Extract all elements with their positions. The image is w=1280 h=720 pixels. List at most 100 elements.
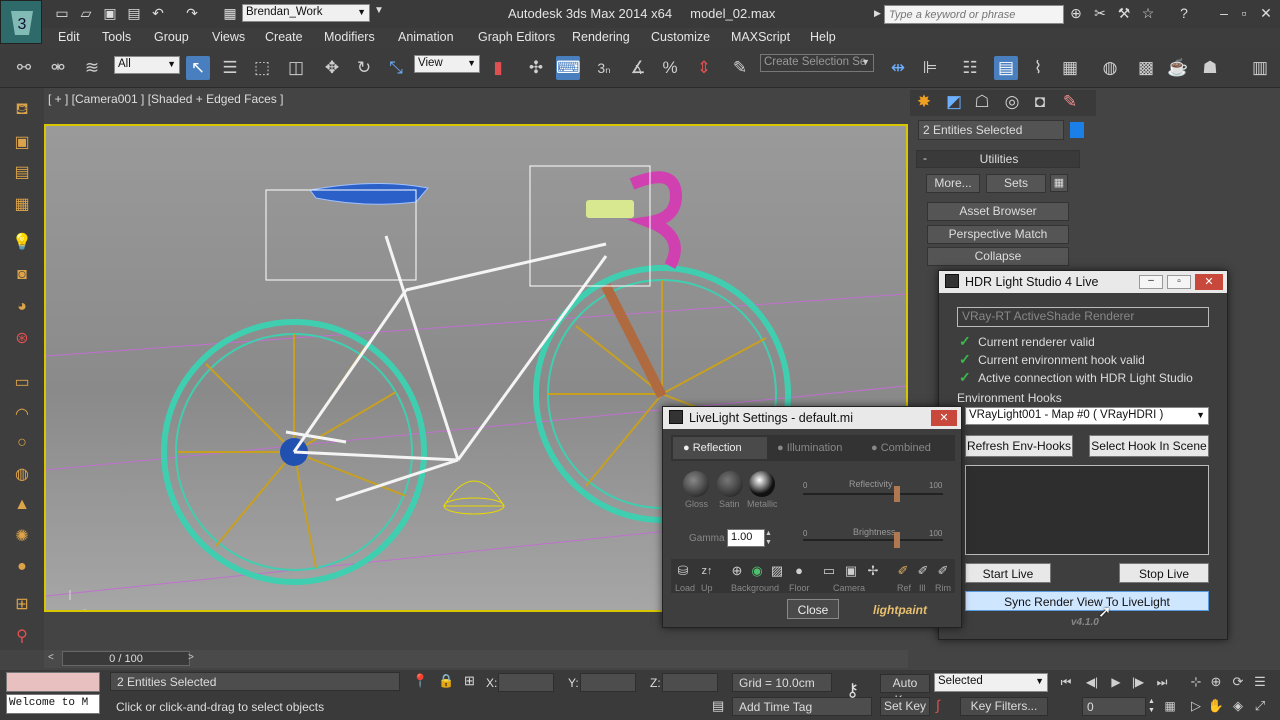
workspace-more-icon[interactable]: ▼ — [374, 5, 384, 16]
y-coordinate-field[interactable] — [580, 673, 636, 692]
zoom-icon[interactable]: ⊹ — [1186, 672, 1206, 692]
open-file-icon[interactable]: ▱ — [76, 4, 96, 22]
ill-brush-icon[interactable]: ✐ — [913, 561, 933, 581]
env-hook-dropdown[interactable]: VRayLight001 - Map #0 ( VRayHDRI ) ▼ — [965, 407, 1209, 425]
table-icon[interactable]: ▦ — [10, 194, 34, 216]
layer-manager-icon[interactable]: ☷ — [958, 56, 982, 80]
current-frame-field[interactable]: 0 — [1082, 697, 1146, 716]
background-globe-icon[interactable]: ⊕ — [727, 561, 747, 581]
bind-space-warp-icon[interactable]: ≋ — [80, 56, 104, 80]
isolate-selection-icon[interactable]: 📍 — [412, 673, 428, 689]
key-mode-dropdown[interactable]: Selected ▼ — [934, 673, 1048, 692]
pan-icon[interactable]: ✋ — [1206, 696, 1226, 716]
modify-tab-icon[interactable]: ◩ — [942, 90, 966, 114]
angle-snap-icon[interactable]: ∡ — [626, 56, 650, 80]
more-button[interactable]: More... — [926, 174, 980, 193]
snaps-toggle-icon[interactable]: 3ₙ — [592, 56, 616, 80]
frame-buffer-icon[interactable]: ▤ — [10, 162, 34, 184]
create-tab-icon[interactable]: ✸ — [912, 90, 936, 114]
menu-animation[interactable]: Animation — [398, 30, 454, 44]
maxscript-listener-input[interactable]: Welcome to M — [6, 694, 100, 714]
camera-a-icon[interactable]: ▭ — [819, 561, 839, 581]
menu-help[interactable]: Help — [810, 30, 836, 44]
key-tool-icon[interactable]: ✂ — [1090, 4, 1110, 22]
sphere-icon[interactable]: ○ — [10, 434, 34, 456]
renderer-field[interactable]: VRay-RT ActiveShade Renderer — [957, 307, 1209, 327]
star-icon[interactable]: ☆ — [1138, 4, 1158, 22]
background-image-icon[interactable]: ▨ — [767, 561, 787, 581]
walk-through-icon[interactable]: ◈ — [1228, 696, 1248, 716]
time-slider[interactable]: < 0 / 100 > — [44, 650, 908, 668]
ball-icon[interactable]: ● — [10, 558, 34, 580]
tab-combined[interactable]: ● Combined — [865, 437, 955, 459]
maximize-viewport-icon[interactable]: ⤢ — [1250, 696, 1270, 716]
binoculars-icon[interactable]: ⊕ — [1066, 4, 1086, 22]
gamma-input[interactable]: 1.00 — [727, 529, 765, 547]
set-key-button[interactable]: Set Key — [880, 697, 930, 716]
perspective-match-button[interactable]: Perspective Match — [927, 225, 1069, 244]
sun-icon[interactable]: ✺ — [10, 526, 34, 548]
camera-c-icon[interactable]: ✢ — [863, 561, 883, 581]
render-production-icon[interactable]: ☗ — [1198, 56, 1222, 80]
hdr-window-titlebar[interactable]: HDR Light Studio 4 Live – ▫ ✕ — [939, 271, 1227, 293]
named-selection-dropdown[interactable]: Create Selection Se ▼ — [760, 54, 874, 72]
menu-group[interactable]: Group — [154, 30, 189, 44]
close-icon[interactable]: ✕ — [1195, 274, 1223, 290]
configure-button-sets-icon[interactable]: ▦ — [1050, 174, 1068, 192]
go-to-start-icon[interactable]: ⏮ — [1056, 672, 1076, 692]
menu-views[interactable]: Views — [212, 30, 245, 44]
selection-lock-icon[interactable]: 🔒 — [438, 673, 454, 689]
minimize-icon[interactable]: – — [1214, 4, 1234, 22]
window-crossing-icon[interactable]: ◫ — [284, 56, 308, 80]
menu-edit[interactable]: Edit — [58, 30, 80, 44]
close-button[interactable]: Close — [787, 599, 839, 619]
dome-icon[interactable]: ◠ — [10, 404, 34, 426]
pipe-icon[interactable]: ⚲ — [10, 626, 34, 648]
pivot-center-icon[interactable]: ▮ — [486, 56, 510, 80]
reflectivity-slider[interactable] — [803, 486, 943, 502]
link-icon[interactable]: ⚯ — [12, 56, 36, 80]
geosphere-icon[interactable]: ◍ — [10, 464, 34, 486]
render-window-icon[interactable]: ▣ — [10, 132, 34, 154]
brightness-slider-thumb[interactable] — [894, 532, 901, 548]
floor-icon[interactable]: ● — [789, 561, 809, 581]
mirror-icon[interactable]: ⇹ — [886, 56, 910, 80]
key-icon[interactable]: ⚷ — [846, 680, 859, 701]
set-key-curve-icon[interactable]: ∫ — [936, 697, 940, 713]
tab-reflection[interactable]: ● Reflection — [673, 437, 767, 459]
menu-rendering[interactable]: Rendering — [572, 30, 630, 44]
field-of-view-icon[interactable]: ▷ — [1186, 696, 1206, 716]
reference-coordinate-dropdown[interactable]: View ▼ — [414, 55, 480, 73]
menu-modifiers[interactable]: Modifiers — [324, 30, 375, 44]
utilities-rollout-header[interactable]: - Utilities — [916, 150, 1080, 168]
menu-create[interactable]: Create — [265, 30, 303, 44]
material-metallic-icon[interactable] — [749, 471, 775, 497]
scale-icon[interactable]: ⤡ — [384, 56, 408, 80]
zoom-all-icon[interactable]: ⊕ — [1206, 672, 1226, 692]
play-icon[interactable]: ▶ — [1106, 672, 1126, 692]
spinner-snap-icon[interactable]: ⇕ — [692, 56, 716, 80]
camera-icon[interactable]: ◙ — [10, 266, 34, 288]
start-live-button[interactable]: Start Live — [965, 563, 1051, 583]
orbit-icon[interactable]: ⟳ — [1228, 672, 1248, 692]
menu-graph-editors[interactable]: Graph Editors — [478, 30, 555, 44]
keyboard-shortcut-override-icon[interactable]: ⌨ — [556, 56, 581, 80]
absolute-mode-icon[interactable]: ⊞ — [464, 673, 475, 689]
previous-frame-icon[interactable]: ◀| — [1082, 672, 1102, 692]
light-bulb-icon[interactable]: 💡 — [10, 232, 34, 254]
background-color-icon[interactable]: ◉ — [747, 561, 767, 581]
edit-named-selections-icon[interactable]: ✎ — [728, 56, 752, 80]
go-to-end-icon[interactable]: ⏭ — [1152, 672, 1172, 692]
close-icon[interactable]: ✕ — [931, 410, 957, 426]
refresh-env-hooks-button[interactable]: Refresh Env-Hooks — [965, 435, 1073, 457]
selection-filter-dropdown[interactable]: All ▼ — [114, 56, 180, 74]
menu-maxscript[interactable]: MAXScript — [731, 30, 790, 44]
tab-illumination[interactable]: ● Illumination — [771, 437, 861, 459]
viewport-menu-icon[interactable]: ☰ — [1250, 672, 1270, 692]
gamma-spinner-icon[interactable]: ▲ ▼ — [765, 529, 775, 547]
hold-icon[interactable]: ▤ — [124, 4, 144, 22]
z-coordinate-field[interactable] — [662, 673, 718, 692]
collapse-button[interactable]: Collapse — [927, 247, 1069, 266]
unlink-icon[interactable]: ⚮ — [46, 56, 70, 80]
up-icon[interactable]: z↑ — [697, 561, 717, 581]
